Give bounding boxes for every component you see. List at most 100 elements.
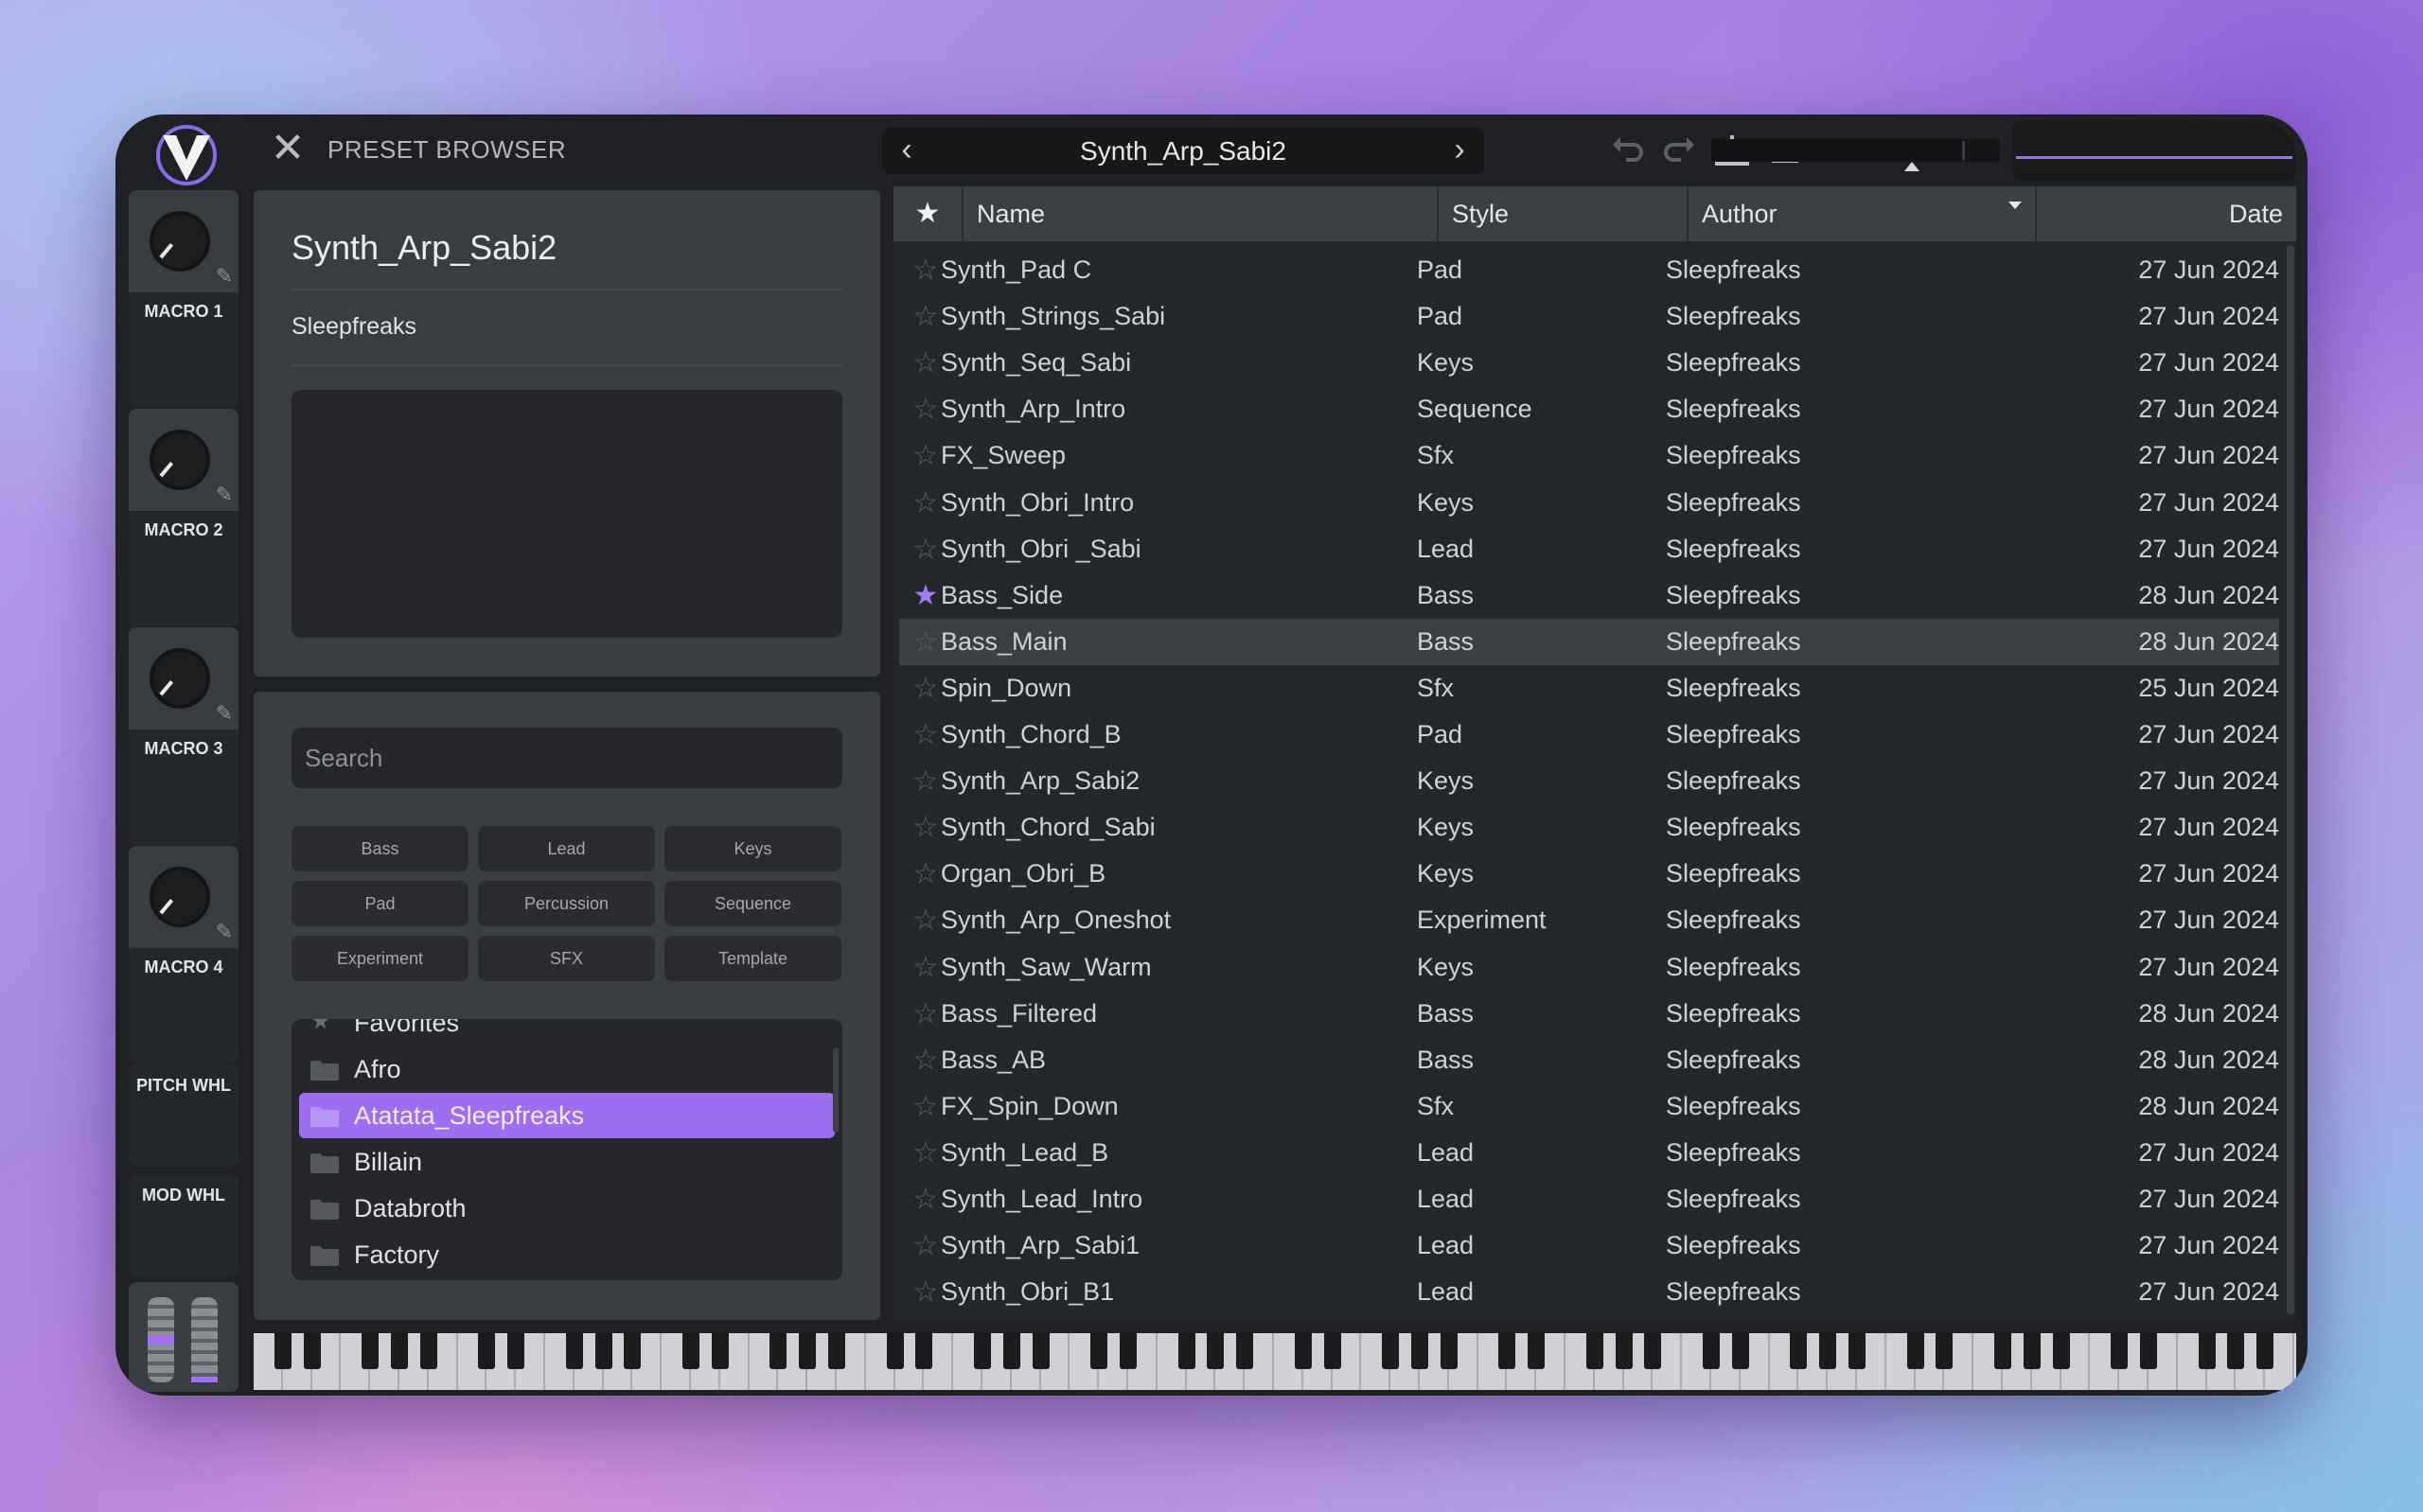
black-key[interactable] xyxy=(391,1333,408,1369)
black-key[interactable] xyxy=(1002,1333,1020,1369)
tag-template[interactable]: Template xyxy=(664,936,841,981)
table-row[interactable]: ☆ Synth_Lead_Intro Lead Sleepfreaks 27 Jun 2… xyxy=(899,1176,2279,1222)
table-row[interactable]: ☆ Synth_Arp_Sabi2 Keys Sleepfreaks 27 Jun 20… xyxy=(899,758,2279,804)
table-row[interactable]: ☆ Synth_Lead_B Lead Sleepfreaks 27 Jun 2024 xyxy=(899,1130,2279,1176)
black-key[interactable] xyxy=(1528,1333,1546,1369)
black-key[interactable] xyxy=(624,1333,642,1369)
black-key[interactable] xyxy=(2140,1333,2157,1369)
macro-3-knob[interactable] xyxy=(150,648,210,709)
table-row[interactable]: ☆ Synth_Strings_Sabi Pad Sleepfreaks 27 Jun … xyxy=(899,293,2279,340)
table-row[interactable]: ☆ Synth_Obri_Intro Keys Sleepfreaks 27 Jun 2… xyxy=(899,480,2279,526)
black-key[interactable] xyxy=(1819,1333,1837,1369)
black-key[interactable] xyxy=(1294,1333,1312,1369)
black-key[interactable] xyxy=(682,1333,699,1369)
folder-item[interactable]: Factory xyxy=(299,1232,835,1277)
close-icon[interactable]: ✕ xyxy=(269,128,307,169)
black-key[interactable] xyxy=(1731,1333,1749,1369)
mod-wheel-slot[interactable]: MOD WHL xyxy=(129,1174,239,1276)
black-key[interactable] xyxy=(1411,1333,1428,1369)
black-key[interactable] xyxy=(1090,1333,1108,1369)
tag-sfx[interactable]: SFX xyxy=(478,936,655,981)
black-key[interactable] xyxy=(274,1333,292,1369)
table-row[interactable]: ☆ Bass_AB Bass Sleepfreaks 28 Jun 2024 xyxy=(899,1037,2279,1083)
black-key[interactable] xyxy=(2052,1333,2070,1369)
table-row[interactable]: ☆ Synth_Seq_Sabi Keys Sleepfreaks 27 Jun 202… xyxy=(899,340,2279,386)
tag-bass[interactable]: Bass xyxy=(292,826,469,871)
black-key[interactable] xyxy=(594,1333,612,1369)
black-key[interactable] xyxy=(565,1333,583,1369)
black-key[interactable] xyxy=(2198,1333,2216,1369)
black-key[interactable] xyxy=(769,1333,787,1369)
table-row[interactable]: ☆ FX_Sweep Sfx Sleepfreaks 27 Jun 2024 xyxy=(899,432,2279,479)
black-key[interactable] xyxy=(1936,1333,1954,1369)
black-key[interactable] xyxy=(1585,1333,1603,1369)
table-row[interactable]: ★ Bass_Side Bass Sleepfreaks 28 Jun 2024 xyxy=(899,572,2279,619)
table-scrollbar[interactable] xyxy=(2287,245,2294,1314)
black-key[interactable] xyxy=(419,1333,437,1369)
table-row[interactable]: ☆ Synth_Chord_B Pad Sleepfreaks 27 Jun 2024 xyxy=(899,712,2279,758)
name-column-header[interactable]: Name xyxy=(962,186,1437,241)
black-key[interactable] xyxy=(1615,1333,1633,1369)
favorites-column-header[interactable]: ★ xyxy=(893,186,962,241)
tag-pad[interactable]: Pad xyxy=(292,881,469,926)
black-key[interactable] xyxy=(362,1333,380,1369)
black-key[interactable] xyxy=(1848,1333,1866,1369)
folder-scrollbar[interactable] xyxy=(833,1047,839,1133)
mod-wheel[interactable] xyxy=(191,1297,218,1382)
black-key[interactable] xyxy=(1440,1333,1458,1369)
table-row[interactable]: ☆ Synth_Arp_Sabi1 Lead Sleepfreaks 27 Jun 20… xyxy=(899,1222,2279,1269)
black-key[interactable] xyxy=(711,1333,729,1369)
volume-meter[interactable] xyxy=(1711,139,2000,162)
pencil-icon[interactable]: ✎ xyxy=(216,264,233,289)
black-key[interactable] xyxy=(915,1333,933,1369)
redo-icon[interactable] xyxy=(1660,132,1698,169)
table-row[interactable]: ☆ Synth_Pad C Pad Sleepfreaks 27 Jun 2024 xyxy=(899,247,2279,293)
black-key[interactable] xyxy=(1207,1333,1225,1369)
macro-4-knob[interactable] xyxy=(150,867,210,927)
black-key[interactable] xyxy=(1236,1333,1254,1369)
folder-item[interactable]: Afro xyxy=(299,1046,835,1092)
pencil-icon[interactable]: ✎ xyxy=(216,920,233,944)
black-key[interactable] xyxy=(2256,1333,2274,1369)
undo-icon[interactable] xyxy=(1609,132,1647,169)
search-input[interactable] xyxy=(292,728,842,788)
table-row[interactable]: ☆ Bass_Filtered Bass Sleepfreaks 28 Jun 2024 xyxy=(899,991,2279,1037)
black-key[interactable] xyxy=(1644,1333,1662,1369)
folder-item[interactable]: Billain xyxy=(299,1139,835,1185)
table-row[interactable]: ☆ Synth_Obri_B1 Lead Sleepfreaks 27 Jun 2024 xyxy=(899,1269,2279,1315)
chevron-right-icon[interactable]: › xyxy=(1441,127,1478,174)
date-column-header[interactable]: Date xyxy=(2035,186,2296,241)
preset-description-box[interactable] xyxy=(292,390,842,638)
author-column-header[interactable]: Author xyxy=(1687,186,2035,241)
tag-lead[interactable]: Lead xyxy=(478,826,655,871)
folder-item[interactable]: ★ Favorites xyxy=(299,1019,835,1046)
table-row[interactable]: ☆ Synth_Obri _Sabi Lead Sleepfreaks 27 Jun 2… xyxy=(899,526,2279,572)
table-row[interactable]: ☆ Organ_Obri_B Keys Sleepfreaks 27 Jun 2024 xyxy=(899,851,2279,897)
table-row[interactable]: ☆ Bass_Main Bass Sleepfreaks 28 Jun 2024 xyxy=(899,618,2279,665)
black-key[interactable] xyxy=(303,1333,321,1369)
pencil-icon[interactable]: ✎ xyxy=(216,483,233,507)
tag-sequence[interactable]: Sequence xyxy=(664,881,841,926)
macro-1-knob[interactable] xyxy=(150,211,210,272)
macro-2-knob[interactable] xyxy=(150,430,210,490)
black-key[interactable] xyxy=(886,1333,904,1369)
black-key[interactable] xyxy=(974,1333,991,1369)
black-key[interactable] xyxy=(1120,1333,1137,1369)
folder-item[interactable]: Atatata_Sleepfreaks xyxy=(299,1093,835,1138)
volume-slider-handle[interactable] xyxy=(1904,162,1919,171)
black-key[interactable] xyxy=(1906,1333,1924,1369)
black-key[interactable] xyxy=(1323,1333,1341,1369)
tag-experiment[interactable]: Experiment xyxy=(292,936,469,981)
table-row[interactable]: ☆ FX_Spin_Down Sfx Sleepfreaks 28 Jun 2024 xyxy=(899,1083,2279,1130)
table-row[interactable]: ☆ Synth_Arp_Intro Sequence Sleepfreaks 27 Ju… xyxy=(899,386,2279,432)
black-key[interactable] xyxy=(2111,1333,2129,1369)
chevron-left-icon[interactable]: ‹ xyxy=(888,127,926,174)
black-key[interactable] xyxy=(2023,1333,2041,1369)
black-key[interactable] xyxy=(1177,1333,1195,1369)
black-key[interactable] xyxy=(828,1333,845,1369)
pitch-wheel[interactable] xyxy=(148,1297,174,1382)
black-key[interactable] xyxy=(1498,1333,1516,1369)
black-key[interactable] xyxy=(1382,1333,1400,1369)
piano-keyboard[interactable] xyxy=(254,1333,2296,1390)
pitch-wheel-slot[interactable]: PITCH WHL xyxy=(129,1064,239,1167)
